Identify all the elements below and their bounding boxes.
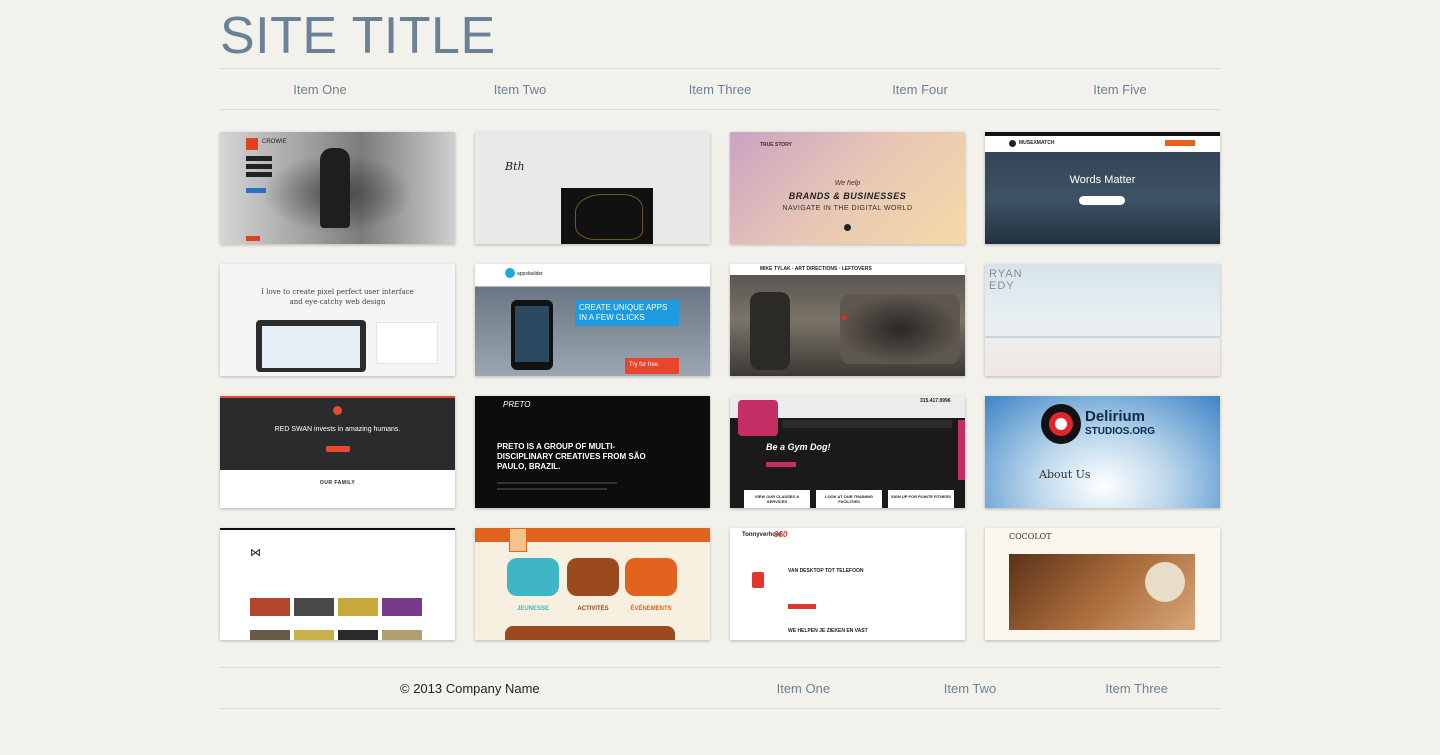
thumb-pixel-line1: I love to create pixel perfect user inte…	[261, 288, 414, 296]
thumb-musexmatch-brand: MUSEXMATCH	[1019, 140, 1055, 146]
footer-link-item-two[interactable]: Item Two	[887, 668, 1054, 710]
thumb-jeunesse-tab3: ÉVÉNEMENTS	[630, 606, 672, 612]
thumb-tonny-head1: VAN DESKTOP TOT TELEFOON	[788, 568, 864, 574]
thumbnail-delirium[interactable]: Delirium STUDIOS.ORG About Us	[985, 396, 1220, 508]
thumb-crowie-brand: CROWIE	[262, 139, 287, 145]
thumb-redswan-text: RED SWAN invests in amazing humans.	[274, 426, 401, 433]
nav-item-five[interactable]: Item Five	[1020, 69, 1220, 109]
thumb-apps-line2: IN A FEW CLICKS	[579, 313, 645, 322]
thumbnail-musexmatch[interactable]: MUSEXMATCH Words Matter	[985, 132, 1220, 244]
nav-item-one[interactable]: Item One	[220, 69, 420, 109]
thumbnail-preto[interactable]: PRETO PRETO IS A GROUP OF MULTI-DISCIPLI…	[475, 396, 710, 508]
site-title[interactable]: SITE TITLE	[220, 6, 496, 66]
thumbnail-crowie[interactable]: CROWIE	[220, 132, 455, 244]
thumb-apps-line1: CREATE UNIQUE APPS	[579, 303, 668, 312]
thumbnail-red-swan[interactable]: RED SWAN invests in amazing humans. OUR …	[220, 396, 455, 508]
thumb-gym-phone: 315.417.9996	[920, 398, 951, 404]
thumb-gym-tagline: Be a Gym Dog!	[766, 442, 831, 452]
main-nav: Item One Item Two Item Three Item Four I…	[220, 68, 1220, 110]
thumb-delirium-name: Delirium	[1085, 408, 1146, 425]
thumbnail-okaka[interactable]: ⋈	[220, 528, 455, 640]
footer-copyright: © 2013 Company Name	[400, 681, 540, 696]
thumb-okaka-logo: ⋈	[250, 547, 261, 559]
thumb-truestory-line2: BRANDS & BUSINESSES	[788, 191, 907, 201]
thumb-ryan-line1: RYAN	[989, 268, 1023, 280]
thumb-apps-brand: appsbuilder	[517, 271, 543, 277]
thumb-truestory-line1: We help	[834, 180, 861, 187]
thumbnail-appsbuilder[interactable]: appsbuilder CREATE UNIQUE APPS IN A FEW …	[475, 264, 710, 376]
thumb-truestory-logo: TRUE STORY	[760, 142, 792, 148]
thumbnail-gym-dog[interactable]: 315.417.9996 Be a Gym Dog! VIEW OUR CLAS…	[730, 396, 965, 508]
thumb-jeunesse-tab2: ACTIVITÉS	[577, 606, 609, 612]
thumb-jeunesse-tab1: JEUNESSE	[516, 606, 549, 612]
thumb-gym-box2: LOOK AT OUR TRAINING FACILITIES	[825, 494, 873, 504]
nav-item-three[interactable]: Item Three	[620, 69, 820, 109]
thumbnail-mike-tylak[interactable]: MIKE TYLAK · ART DIRECTIONS · LEFTOVERS …	[730, 264, 965, 376]
thumb-tonny-head2: WE HELPEN JE ZIEKEN EN VAST	[788, 628, 868, 634]
thumbnail-ryan-edy[interactable]: RYAN EDY	[985, 264, 1220, 376]
nav-item-two[interactable]: Item Two	[420, 69, 620, 109]
footer-link-item-one[interactable]: Item One	[720, 668, 887, 710]
thumb-ryan-line2: EDY	[989, 280, 1015, 292]
thumb-preto-logo: PRETO	[503, 400, 531, 409]
footer: © 2013 Company Name Item One Item Two It…	[220, 667, 1220, 709]
thumb-gym-box1: VIEW OUR CLASSES & SERVICES	[754, 494, 800, 504]
thumb-tonny-num: 360	[774, 530, 788, 539]
thumb-delirium-sub: STUDIOS.ORG	[1085, 426, 1156, 437]
thumbnail-truestory[interactable]: TRUE STORY We help BRANDS & BUSINESSES N…	[730, 132, 965, 244]
thumb-gym-box3: SIGN UP FOR POINTE FITNESS	[891, 494, 951, 499]
thumbnail-tonnyverhoef[interactable]: Tonnyverhoef 360 VAN DESKTOP TOT TELEFOO…	[730, 528, 965, 640]
thumb-redswan-section: OUR FAMILY	[319, 480, 356, 486]
thumbnail-pixel-perfect[interactable]: I love to create pixel perfect user inte…	[220, 264, 455, 376]
thumbnail-craft[interactable]: Bth	[475, 132, 710, 244]
thumb-truestory-line3: NAVIGATE IN THE DIGITAL WORLD	[782, 205, 913, 212]
thumb-apps-cta: Try for free	[629, 362, 659, 368]
thumb-cocolot-brand: COCOLOT	[1009, 532, 1052, 541]
thumb-delirium-about: About Us	[1039, 468, 1091, 481]
thumbnail-jeunesse[interactable]: JEUNESSE ACTIVITÉS ÉVÉNEMENTS	[475, 528, 710, 640]
footer-nav: Item One Item Two Item Three	[720, 668, 1220, 710]
portfolio-grid: CROWIE Bth TRUE STORY We help BRANDS & B…	[220, 132, 1220, 640]
thumb-mike-title: MIKE TYLAK · ART DIRECTIONS · LEFTOVERS	[760, 266, 872, 272]
thumb-musexmatch-headline: Words Matter	[1069, 174, 1136, 186]
thumbnail-cocolot[interactable]: COCOLOT	[985, 528, 1220, 640]
thumb-pixel-line2: and eye-catchy web design	[289, 298, 386, 306]
thumb-craft-logo: Bth	[505, 160, 525, 173]
footer-link-item-three[interactable]: Item Three	[1053, 668, 1220, 710]
thumb-preto-headline: PRETO IS A GROUP OF MULTI-DISCIPLINARY C…	[497, 442, 646, 471]
nav-item-four[interactable]: Item Four	[820, 69, 1020, 109]
